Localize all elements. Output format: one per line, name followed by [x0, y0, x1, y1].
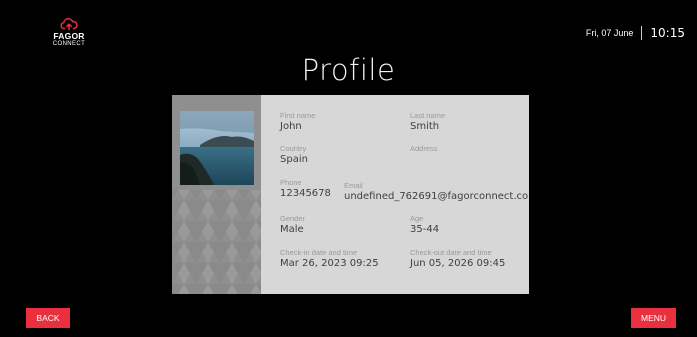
first-name-label: First name [280, 111, 316, 120]
phone-label: Phone [280, 178, 302, 187]
logo-brand-text: FAGOR [53, 31, 85, 41]
checkin-label: Check-in date and time [280, 248, 358, 257]
age-label: Age [410, 214, 424, 223]
email-label: Email [344, 181, 363, 190]
phone-field: Phone 12345678 [280, 178, 331, 200]
checkin-field: Check-in date and time Mar 26, 2023 09:2… [280, 248, 379, 270]
current-time: 10:15 [650, 26, 685, 40]
back-button[interactable]: BACK [26, 308, 70, 328]
checkin-value: Mar 26, 2023 09:25 [280, 258, 379, 269]
profile-card: First name John Last name Smith Country … [172, 95, 529, 294]
email-field: Email undefined_762691@fagorconnect.com [344, 181, 529, 203]
profile-card-sidebar [172, 95, 261, 294]
last-name-label: Last name [410, 111, 446, 120]
country-field: Country Spain [280, 144, 308, 166]
email-value: undefined_762691@fagorconnect.com [344, 191, 529, 202]
gender-field: Gender Male [280, 214, 305, 236]
country-label: Country [280, 144, 307, 153]
address-label: Address [410, 144, 438, 153]
current-date: Fri, 07 June [585, 28, 634, 38]
country-value: Spain [280, 154, 308, 165]
header-datetime: Fri, 07 June 10:15 [586, 26, 685, 40]
last-name-field: Last name Smith [410, 111, 445, 133]
last-name-value: Smith [410, 121, 440, 132]
checkout-label: Check-out date and time [410, 248, 492, 257]
fagor-connect-logo: FAGOR CONNECT [49, 17, 89, 48]
gender-value: Male [280, 224, 304, 235]
logo-sub-text: CONNECT [52, 41, 86, 47]
gender-label: Gender [280, 214, 306, 223]
checkout-field: Check-out date and time Jun 05, 2026 09:… [410, 248, 505, 270]
age-field: Age 35-44 [410, 214, 439, 236]
page-title: Profile [301, 53, 396, 87]
cloud-upload-icon [60, 18, 78, 31]
menu-button[interactable]: MENU [631, 308, 676, 328]
profile-photo [180, 111, 254, 185]
phone-value: 12345678 [280, 188, 331, 199]
age-value: 35-44 [410, 224, 440, 235]
checkout-value: Jun 05, 2026 09:45 [410, 258, 506, 269]
first-name-value: John [280, 121, 302, 132]
first-name-field: First name John [280, 111, 315, 133]
datetime-divider [641, 26, 643, 40]
address-field: Address [410, 144, 438, 153]
